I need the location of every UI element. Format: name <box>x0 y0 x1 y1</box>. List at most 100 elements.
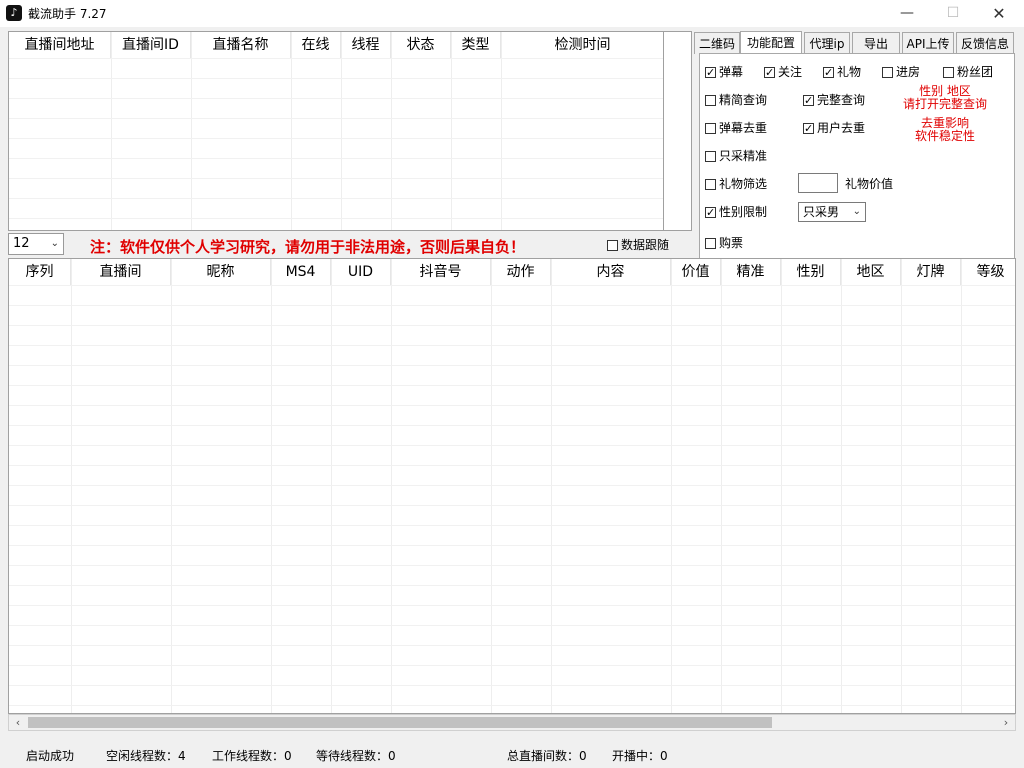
grid-row-line <box>9 218 663 219</box>
col-live-room[interactable]: 直播间 <box>71 259 171 285</box>
gender-limit-check-icon <box>705 204 716 222</box>
close-button[interactable]: ✕ <box>976 0 1022 27</box>
col-room-id[interactable]: 直播间ID <box>111 32 191 58</box>
follow-check-icon <box>764 64 775 82</box>
col-precise[interactable]: 精准 <box>721 259 781 285</box>
col-type[interactable]: 类型 <box>451 32 501 58</box>
enter-room-check-icon <box>882 67 893 78</box>
danmu-check-icon <box>705 64 716 82</box>
grid-row-line <box>9 325 1015 326</box>
col-room-name[interactable]: 直播名称 <box>191 32 291 58</box>
title-bar: ♪ 截流助手 7.27 — ☐ ✕ <box>0 0 1024 27</box>
grid-row-line <box>9 345 1015 346</box>
col-online[interactable]: 在线 <box>291 32 341 58</box>
grid-row-line <box>9 138 663 139</box>
grid-column-line <box>191 32 192 230</box>
scrollbar-thumb[interactable] <box>28 717 772 728</box>
danmu-checkbox[interactable]: 弹幕 <box>705 63 743 82</box>
grid-column-line <box>451 32 452 230</box>
ticket-checkbox[interactable]: 购票 <box>705 234 743 252</box>
grid-row-line <box>9 525 1015 526</box>
grid-row-line <box>9 445 1015 446</box>
status-bar: 启动成功 空闲线程数：4 工作线程数：0 等待线程数：0 总直播间数：0 开播中… <box>0 742 1024 768</box>
col-level[interactable]: 等级 <box>961 259 1015 285</box>
col-room-url[interactable]: 直播间地址 <box>9 32 111 58</box>
col-nickname[interactable]: 昵称 <box>171 259 271 285</box>
status-total-rooms: 总直播间数：0 <box>507 749 587 763</box>
tab-config[interactable]: 功能配置 <box>740 31 802 55</box>
col-ms4[interactable]: MS4 <box>271 259 331 285</box>
note-gender-region: 性别 地区 请打开完整查询 <box>902 84 987 111</box>
grid-row-line <box>9 158 663 159</box>
tab-strip: 二维码 功能配置 代理ip 导出 API上传 反馈信息 <box>692 31 1018 55</box>
simple-query-checkbox[interactable]: 精简查询 <box>705 91 767 109</box>
gift-checkbox[interactable]: 礼物 <box>823 63 861 82</box>
enter-room-checkbox[interactable]: 进房 <box>882 63 920 81</box>
grid-row-line <box>9 58 663 59</box>
note-dedup-warning: 去重影响 软件稳定性 <box>914 116 975 143</box>
grid-row-line <box>9 585 1015 586</box>
grid-row-line <box>9 665 1015 666</box>
full-query-checkbox[interactable]: 完整查询 <box>803 91 865 110</box>
status-started: 启动成功 <box>26 749 75 763</box>
col-gender[interactable]: 性别 <box>781 259 841 285</box>
gender-select[interactable]: 只采男 ⌄ <box>798 202 866 222</box>
col-threads[interactable]: 线程 <box>341 32 391 58</box>
col-value[interactable]: 价值 <box>671 259 721 285</box>
grid-row-line <box>9 605 1015 606</box>
scroll-left-icon[interactable]: ‹ <box>11 715 25 730</box>
fans-club-check-icon <box>943 67 954 78</box>
room-table-spare-column <box>664 31 692 231</box>
col-douyin-id[interactable]: 抖音号 <box>391 259 491 285</box>
grid-row-line <box>9 645 1015 646</box>
follow-checkbox[interactable]: 关注 <box>764 63 802 82</box>
room-table[interactable]: 直播间地址 直播间ID 直播名称 在线 线程 状态 类型 检测时间 <box>8 31 664 231</box>
col-region[interactable]: 地区 <box>841 259 901 285</box>
tab-proxy[interactable]: 代理ip <box>804 32 850 54</box>
scroll-right-icon[interactable]: › <box>999 715 1013 730</box>
horizontal-scrollbar[interactable]: ‹ › <box>8 714 1016 731</box>
grid-column-line <box>501 32 502 230</box>
only-precise-checkbox[interactable]: 只采精准 <box>705 147 767 165</box>
grid-row-line <box>9 78 663 79</box>
col-seq[interactable]: 序列 <box>9 259 71 285</box>
simple-query-check-icon <box>705 95 716 106</box>
tab-export[interactable]: 导出 <box>852 32 900 54</box>
tab-api-upload[interactable]: API上传 <box>902 32 954 54</box>
grid-row-line <box>9 465 1015 466</box>
col-check-time[interactable]: 检测时间 <box>501 32 663 58</box>
gift-filter-checkbox[interactable]: 礼物筛选 <box>705 175 767 193</box>
col-content[interactable]: 内容 <box>551 259 671 285</box>
grid-row-line <box>9 385 1015 386</box>
tab-qrcode[interactable]: 二维码 <box>694 32 740 54</box>
grid-column-line <box>341 32 342 230</box>
grid-row-line <box>9 485 1015 486</box>
status-waiting-threads: 等待线程数：0 <box>316 749 396 763</box>
col-action[interactable]: 动作 <box>491 259 551 285</box>
danmu-dedup-check-icon <box>705 123 716 134</box>
page-size-select[interactable]: 12 ⌄ <box>8 233 64 255</box>
col-uid[interactable]: UID <box>331 259 391 285</box>
col-fan-badge[interactable]: 灯牌 <box>901 259 961 285</box>
disclaimer-notice: 注：软件仅供个人学习研究，请勿用于非法用途，否则后果自负！ <box>90 238 526 256</box>
chevron-down-icon: ⌄ <box>852 206 861 217</box>
fans-club-checkbox[interactable]: 粉丝团 <box>943 63 993 81</box>
user-dedup-check-icon <box>803 120 814 138</box>
grid-row-line <box>9 178 663 179</box>
grid-row-line <box>9 545 1015 546</box>
gender-limit-checkbox[interactable]: 性别限制 <box>705 203 767 222</box>
tab-feedback[interactable]: 反馈信息 <box>956 32 1014 54</box>
grid-row-line <box>9 705 1015 706</box>
grid-row-line <box>9 685 1015 686</box>
grid-row-line <box>9 405 1015 406</box>
danmu-dedup-checkbox[interactable]: 弹幕去重 <box>705 119 767 137</box>
user-dedup-checkbox[interactable]: 用户去重 <box>803 119 865 138</box>
minimize-button[interactable]: — <box>884 0 930 27</box>
tiktok-icon: ♪ <box>6 5 22 21</box>
maximize-button[interactable]: ☐ <box>930 0 976 27</box>
message-table[interactable]: 序列 直播间 昵称 MS4 UID 抖音号 动作 内容 价值 精准 性别 地区 … <box>8 258 1016 714</box>
col-status[interactable]: 状态 <box>391 32 451 58</box>
full-query-check-icon <box>803 92 814 110</box>
gift-value-input[interactable] <box>798 173 838 193</box>
data-follow-checkbox[interactable]: 数据跟随 <box>607 236 669 254</box>
